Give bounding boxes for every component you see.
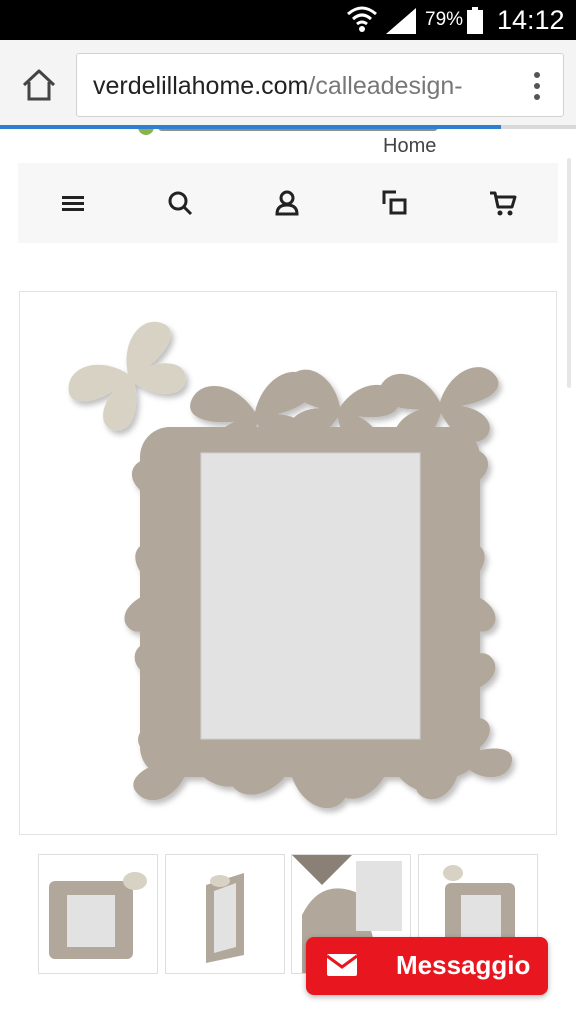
search-icon[interactable]	[165, 188, 195, 218]
status-clock: 14:12	[497, 5, 565, 35]
message-button[interactable]: Messaggio	[306, 937, 548, 995]
logo-wordmark	[158, 129, 438, 131]
url-text[interactable]: verdelillahome.com/calleadesign-	[93, 72, 501, 101]
browser-toolbar: verdelillahome.com/calleadesign-	[0, 40, 576, 128]
battery-icon	[467, 7, 483, 34]
menu-dots-icon[interactable]	[523, 70, 551, 102]
product-thumbnail[interactable]	[38, 854, 158, 974]
logo-subtitle: Home	[383, 135, 437, 157]
envelope-icon	[326, 954, 358, 976]
site-logo[interactable]: Home	[0, 129, 576, 161]
butterfly-mirror-image	[60, 313, 517, 812]
signal-icon	[386, 8, 416, 34]
url-path: /calleadesign-	[308, 72, 463, 100]
url-host: verdelillahome.com	[93, 72, 309, 100]
message-button-label: Messaggio	[396, 950, 531, 980]
product-thumbnail[interactable]	[165, 854, 285, 974]
status-bar: 79% 14:12	[0, 0, 576, 40]
site-toolbar	[18, 163, 558, 243]
wifi-icon	[347, 6, 377, 32]
page-scrollbar[interactable]	[567, 158, 571, 388]
account-icon[interactable]	[272, 188, 302, 218]
battery-percent: 79%	[425, 9, 464, 30]
cart-icon[interactable]	[488, 188, 518, 218]
home-icon[interactable]	[20, 66, 58, 104]
logo-leaf	[138, 129, 154, 135]
address-bar[interactable]: verdelillahome.com/calleadesign-	[76, 53, 564, 117]
product-main-image[interactable]	[19, 291, 557, 835]
menu-icon[interactable]	[58, 188, 88, 218]
compare-icon[interactable]	[380, 188, 410, 218]
